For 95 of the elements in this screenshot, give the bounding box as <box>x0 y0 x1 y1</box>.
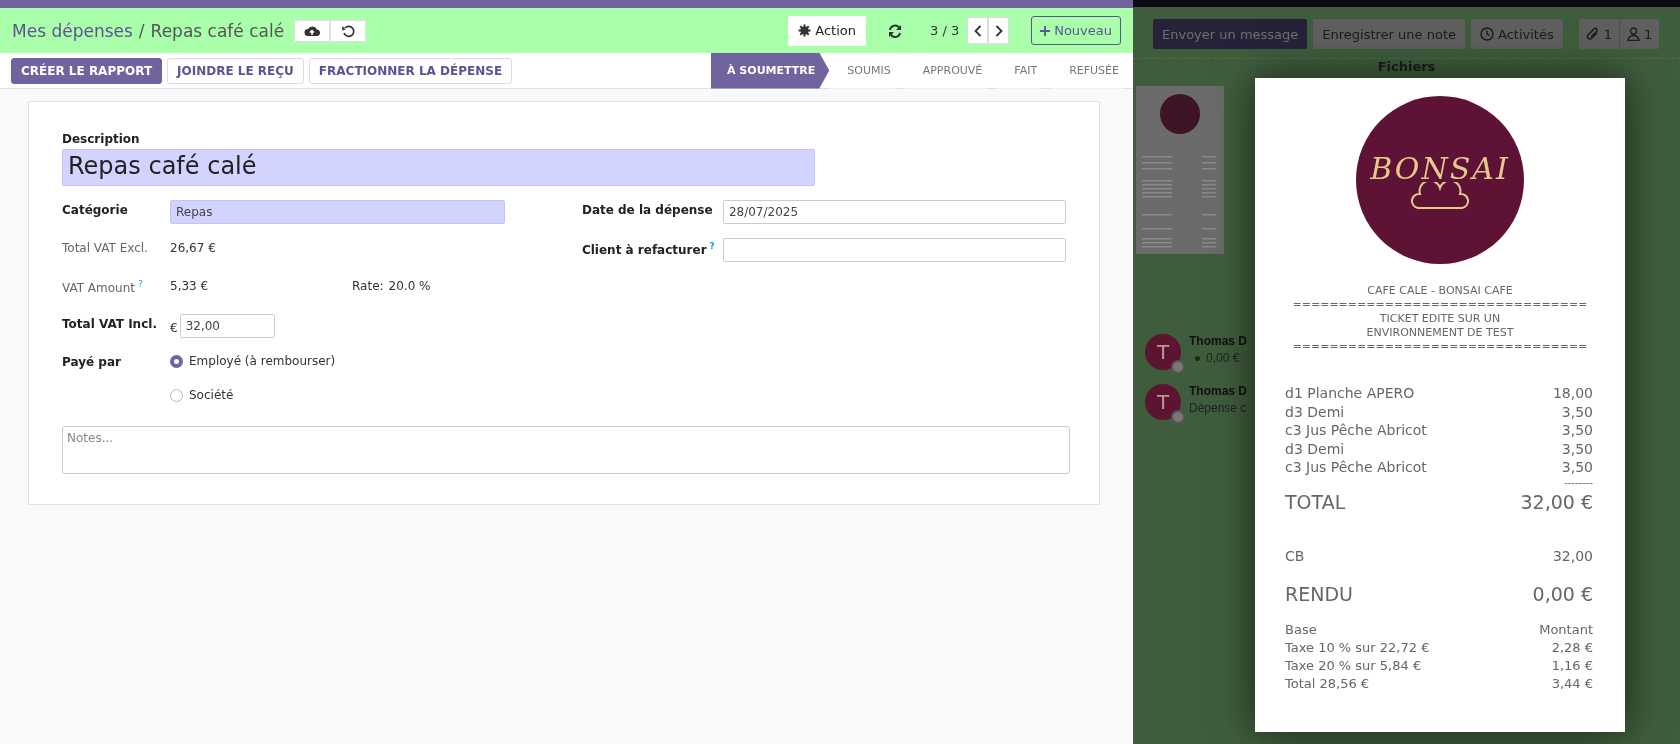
action-button[interactable]: Action <box>788 15 866 46</box>
record-title: Repas café calé <box>150 20 285 41</box>
cloud-upload-icon <box>304 23 321 38</box>
clock-icon <box>1480 27 1494 41</box>
receipt-amount: Montant <box>1539 621 1593 639</box>
save-button[interactable] <box>294 19 331 42</box>
currency-symbol: € <box>170 319 178 335</box>
receipt-amount: 18,00 <box>1552 384 1593 403</box>
status-icon <box>1171 410 1185 424</box>
receipt-separator: -------- <box>1563 476 1594 489</box>
next-button[interactable] <box>988 17 1010 44</box>
receipt-item: CB <box>1285 546 1305 565</box>
chevron-left-icon <box>973 24 982 37</box>
field-label: VAT Amount <box>62 281 136 295</box>
field-label: Total VAT Incl. <box>62 317 157 331</box>
bullet-icon <box>1195 355 1200 361</box>
log-note-button[interactable]: Enregistrer une note <box>1313 19 1465 49</box>
followers-button[interactable]: 1 <box>1620 19 1660 49</box>
previous-button[interactable] <box>967 17 989 44</box>
field-label: Payé par <box>62 355 121 369</box>
field-label: Client à refacturer <box>581 243 707 257</box>
help-icon[interactable]: ? <box>709 241 715 251</box>
field-label: Description <box>62 132 141 146</box>
receipt-header-line: ================================ <box>1291 298 1589 312</box>
section-title: Fichiers <box>1133 58 1680 74</box>
send-message-button[interactable]: Envoyer un message <box>1153 19 1308 49</box>
field-label: Date de la dépense <box>581 203 713 217</box>
receipt-item: Taxe 20 % sur 5,84 € <box>1285 657 1422 675</box>
receipt-header-line: ================================ <box>1291 340 1589 354</box>
receipt-header-line: CAFE CALE - BONSAI CAFE <box>1366 284 1514 298</box>
receipt-item: d1 Planche APERO <box>1285 384 1415 403</box>
radio-button[interactable] <box>170 354 183 368</box>
undo-icon <box>341 23 356 38</box>
breadcrumb-link[interactable]: Mes dépenses <box>12 20 133 41</box>
description-field[interactable]: Repas café calé <box>62 149 815 186</box>
status-stage[interactable]: À SOUMETTRE <box>711 52 830 89</box>
logo-text: BONSAI <box>1370 150 1510 186</box>
receipt-amount: 3,50 <box>1561 421 1593 440</box>
amount-field[interactable]: 32,00 <box>179 314 275 338</box>
attachments-button[interactable]: 1 <box>1578 19 1619 49</box>
receipt-amount: 3,44 € <box>1551 675 1593 693</box>
chevron-right-icon <box>994 24 1003 37</box>
receipt-item: Total 28,56 € <box>1285 675 1370 693</box>
receipt-item: c3 Jus Pêche Abricot <box>1285 458 1427 477</box>
gear-icon <box>798 24 812 37</box>
input-field[interactable] <box>722 238 1066 262</box>
field-label: Total VAT Excl. <box>62 241 148 255</box>
receipt-amount: 0,00 € <box>1532 582 1593 607</box>
receipt-amount: 32,00 <box>1552 546 1593 565</box>
field-label: Rate: <box>352 279 384 293</box>
radio-button[interactable] <box>170 388 183 402</box>
receipt-item: c3 Jus Pêche Abricot <box>1285 421 1427 440</box>
field-value: 5,33 € <box>170 278 210 293</box>
radio-label: Employé (à rembourser) <box>189 354 336 368</box>
field-value: 26,67 € <box>170 240 217 255</box>
cloud-icon <box>1410 181 1470 210</box>
discard-button[interactable] <box>330 19 367 42</box>
input-field[interactable]: Repas <box>170 200 505 224</box>
help-icon[interactable]: ? <box>138 279 143 289</box>
receipt-amount: 3,50 <box>1561 458 1593 477</box>
field-label: Catégorie <box>62 203 128 217</box>
author-name[interactable]: Thomas D <box>1189 334 1247 348</box>
receipt-amount: 3,50 <box>1561 402 1593 421</box>
avatar-initial: T <box>1156 340 1170 364</box>
refresh-icon <box>888 23 902 38</box>
receipt-amount: 32,00 € <box>1520 489 1593 515</box>
status-icon <box>1171 360 1185 374</box>
input-field[interactable]: 28/07/2025 <box>722 200 1066 224</box>
receipt-header-line: ENVIRONNEMENT DE TEST <box>1365 326 1515 340</box>
receipt-item: RENDU <box>1285 582 1353 607</box>
receipt-item: Taxe 10 % sur 22,72 € <box>1285 639 1430 657</box>
secondary-button[interactable]: JOINDRE LE REÇU <box>167 57 304 84</box>
receipt-item: d3 Demi <box>1285 439 1345 458</box>
paperclip-icon <box>1585 26 1600 42</box>
receipt-amount: 1,16 € <box>1551 657 1593 675</box>
receipt-header-line: TICKET EDITE SUR UN <box>1378 312 1502 326</box>
receipt-amount: 2,28 € <box>1551 639 1593 657</box>
plus-icon <box>1040 25 1051 36</box>
author-name[interactable]: Thomas D <box>1189 384 1247 398</box>
receipt-item: d3 Demi <box>1285 402 1345 421</box>
notes-field[interactable]: Notes... <box>62 426 1070 474</box>
receipt-amount: 3,50 <box>1561 439 1593 458</box>
field-value: 20.0 % <box>388 279 431 293</box>
activities-button[interactable]: Activités <box>1471 19 1563 49</box>
new-button[interactable]: Nouveau <box>1031 16 1121 45</box>
create-report-button[interactable]: CRÉER LE RAPPORT <box>11 57 163 84</box>
pager-value: 3 / 3 <box>930 23 960 38</box>
receipt-item: TOTAL <box>1285 489 1346 515</box>
radio-label: Société <box>189 388 234 402</box>
secondary-button[interactable]: FRACTIONNER LA DÉPENSE <box>308 57 513 84</box>
avatar-initial: T <box>1156 390 1170 414</box>
breadcrumb-separator: / <box>138 20 145 41</box>
person-icon <box>1627 27 1640 41</box>
receipt-item: Base <box>1285 621 1317 639</box>
message-text: 0,00 € <box>1206 351 1240 365</box>
